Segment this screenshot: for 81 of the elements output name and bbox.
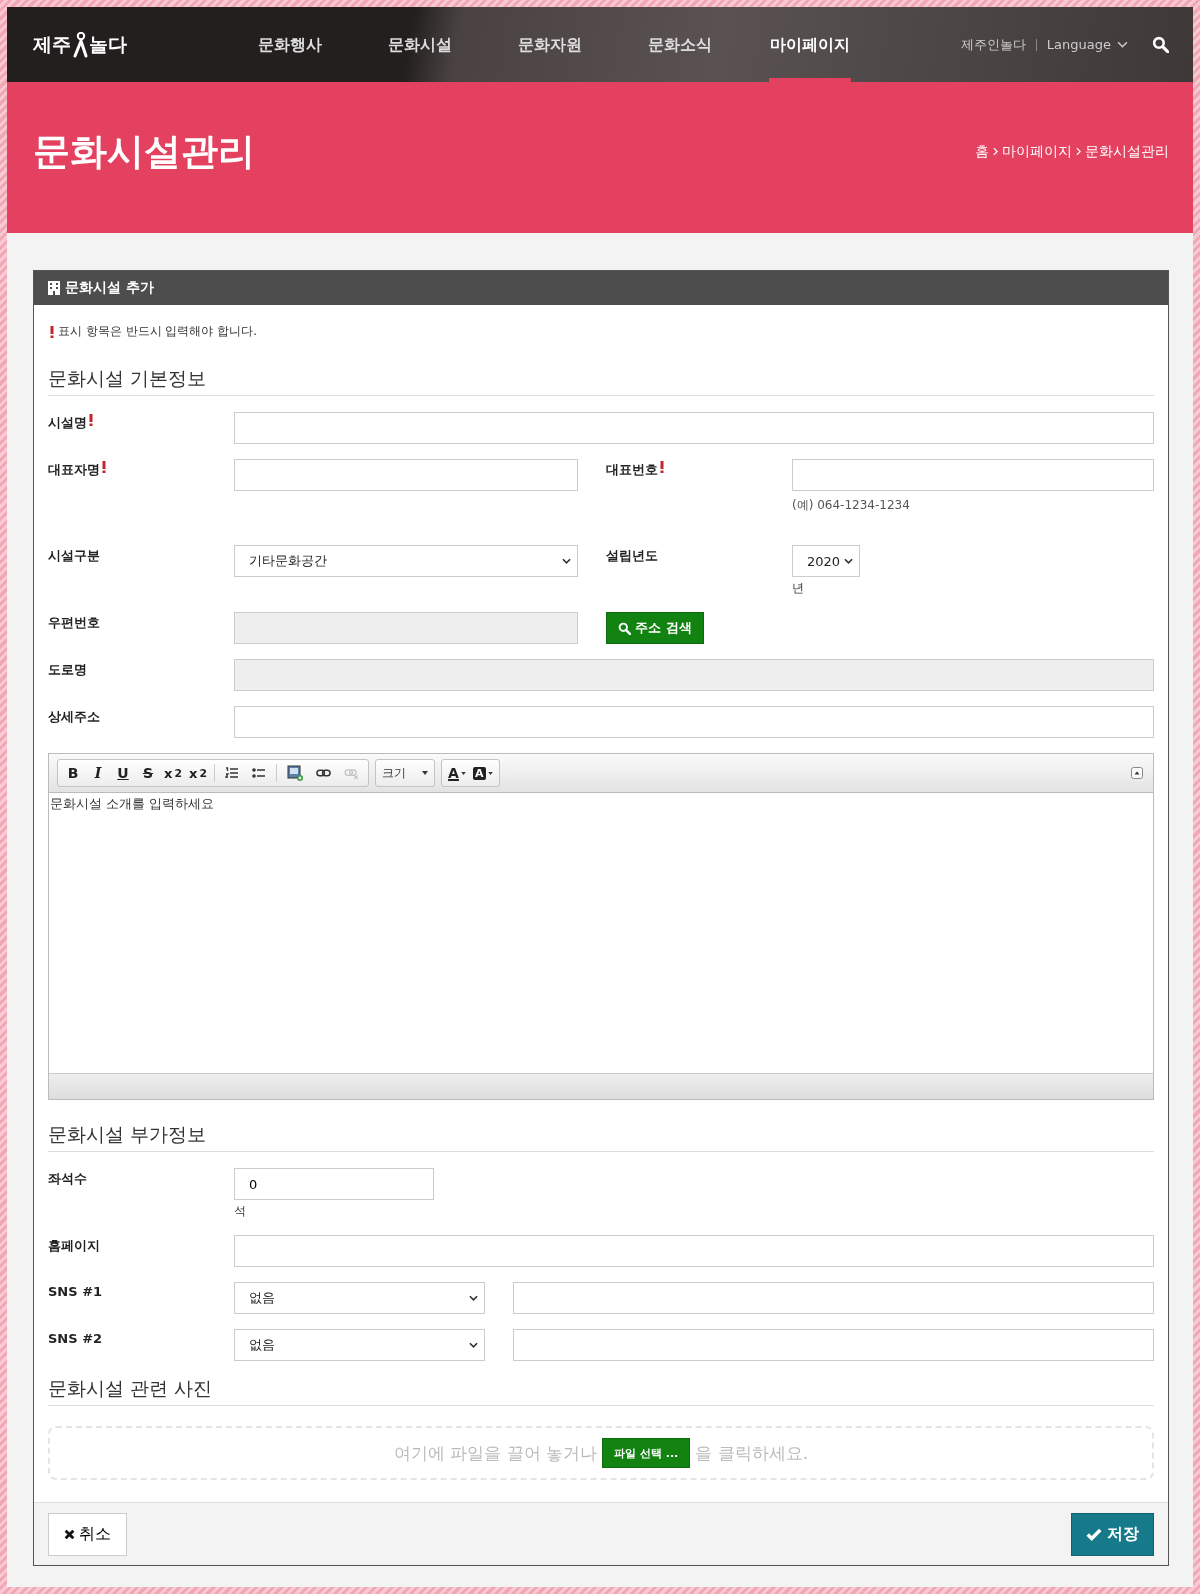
dropzone-text: 을 클릭하세요. — [695, 1441, 809, 1465]
select-field[interactable]: 기타문화공간 — [234, 545, 578, 577]
language-dropdown[interactable]: Language — [1046, 37, 1128, 52]
text-field[interactable] — [234, 706, 1154, 738]
menu-item[interactable]: 문화행사 — [225, 7, 355, 82]
text-field[interactable] — [234, 412, 1154, 444]
caret-icon — [422, 771, 428, 775]
file-dropzone[interactable]: 여기에 파일을 끌어 놓거나 파일 선택 ... 을 클릭하세요. — [48, 1426, 1154, 1480]
unit-label: 석 — [234, 1203, 247, 1220]
building-icon — [48, 281, 60, 295]
image-icon[interactable] — [287, 765, 303, 781]
person-icon — [72, 31, 88, 58]
chevron-icon — [993, 147, 998, 156]
select-field[interactable]: 없음 — [234, 1282, 485, 1314]
number-field[interactable]: 0 — [234, 1168, 434, 1200]
check-icon — [1086, 1527, 1102, 1541]
text-field[interactable] — [792, 459, 1154, 491]
unit-label: 년 — [792, 580, 805, 597]
format-button[interactable]: U — [112, 762, 134, 784]
link-icon[interactable] — [316, 768, 331, 778]
chevron-down-icon — [844, 558, 853, 564]
chevron-down-icon — [469, 1342, 478, 1348]
page-title: 문화시설관리 — [33, 128, 255, 175]
caret-icon — [487, 771, 493, 775]
search-icon — [618, 621, 631, 635]
menu-item[interactable]: 마이페이지 — [745, 7, 875, 82]
field-label: 좌석수 — [48, 1170, 87, 1188]
menu-item[interactable]: 문화시설 — [355, 7, 485, 82]
format-button[interactable]: B — [62, 762, 84, 784]
font-size-dropdown[interactable]: 크기 — [380, 762, 430, 784]
breadcrumb-link[interactable]: 홈 — [975, 142, 989, 161]
field-label: SNS #1 — [48, 1284, 103, 1299]
field-label: 대표번호 — [606, 461, 658, 479]
logo[interactable]: 제주 놀다 — [33, 31, 223, 58]
chevron-down-icon — [562, 558, 571, 564]
caret-icon — [460, 771, 466, 775]
text-field[interactable] — [234, 1235, 1154, 1267]
breadcrumb-link[interactable]: 문화시설관리 — [1085, 142, 1169, 161]
chevron-down-icon — [1117, 41, 1128, 48]
format-button[interactable]: I — [87, 762, 109, 784]
field-hint: (예) 064-1234-1234 — [792, 497, 911, 514]
field-label: 홈페이지 — [48, 1237, 100, 1255]
required-notice: 표시 항목은 반드시 입력해야 합니다. — [58, 323, 258, 340]
menu-item[interactable]: 문화자원 — [485, 7, 615, 82]
close-icon — [64, 1528, 75, 1540]
dropzone-text: 여기에 파일을 끌어 놓거나 — [393, 1441, 598, 1465]
field-label: 시설구분 — [48, 547, 100, 565]
background-color-button[interactable]: A — [471, 762, 495, 784]
bullet-list-icon[interactable] — [252, 767, 266, 779]
select-field[interactable]: 없음 — [234, 1329, 485, 1361]
save-button[interactable]: 저장 — [1071, 1512, 1154, 1556]
field-label: 설립년도 — [606, 547, 658, 565]
search-icon[interactable] — [1152, 36, 1169, 53]
panel-title: 문화시설 추가 — [65, 279, 154, 297]
field-label: 시설명 — [48, 414, 87, 432]
exclamation-icon — [50, 325, 54, 338]
collapse-icon[interactable] — [1131, 767, 1143, 779]
section-title: 문화시설 관련 사진 — [48, 1376, 1154, 1406]
format-button[interactable]: S — [137, 762, 159, 784]
section-title: 문화시설 부가정보 — [48, 1122, 1154, 1152]
address-search-button[interactable]: 주소 검색 — [606, 612, 704, 644]
numbered-list-icon[interactable] — [225, 767, 239, 779]
field-label: SNS #2 — [48, 1331, 103, 1346]
chevron-down-icon — [469, 1295, 478, 1301]
section-title: 문화시설 기본정보 — [48, 366, 1154, 396]
field-label: 우편번호 — [48, 614, 100, 632]
cancel-button[interactable]: 취소 — [48, 1512, 127, 1556]
file-select-button[interactable]: 파일 선택 ... — [602, 1438, 691, 1468]
field-label: 상세주소 — [48, 708, 100, 726]
text-color-button[interactable]: A — [446, 762, 468, 784]
menu-item[interactable]: 문화소식 — [615, 7, 745, 82]
text-field[interactable] — [513, 1282, 1154, 1314]
text-field[interactable] — [513, 1329, 1154, 1361]
field-label: 도로명 — [48, 661, 87, 679]
field-label: 대표자명 — [48, 461, 100, 479]
editor-placeholder[interactable]: 문화시설 소개를 입력하세요 — [49, 793, 1153, 1073]
select-field[interactable]: 2020 — [792, 545, 860, 577]
site-link[interactable]: 제주인놀다 — [960, 35, 1026, 54]
text-field[interactable] — [234, 459, 578, 491]
chevron-icon — [1076, 147, 1081, 156]
breadcrumb-link[interactable]: 마이페이지 — [1002, 142, 1072, 161]
